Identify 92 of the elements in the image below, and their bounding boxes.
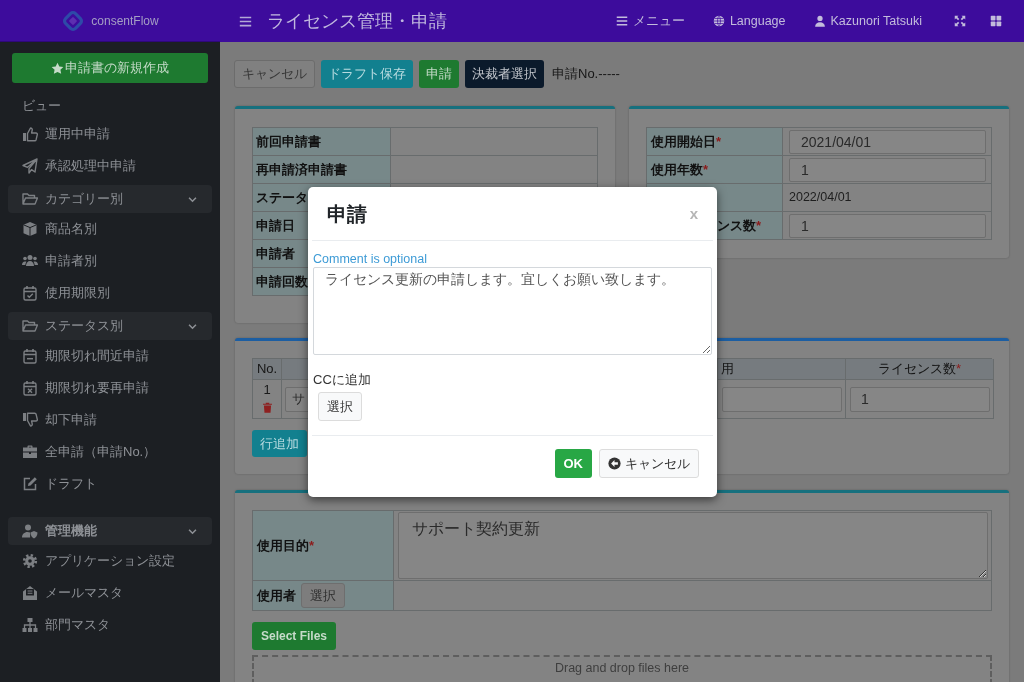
gear-icon	[22, 553, 38, 569]
sidebar-item[interactable]: 期限切れ要再申請	[0, 372, 220, 404]
sidebar-item[interactable]: ドラフト	[0, 468, 220, 500]
sidebar-item[interactable]: 商品名別	[0, 213, 220, 245]
pen-square-icon	[22, 476, 38, 492]
sidebar-item[interactable]: アプリケーション設定	[0, 545, 220, 577]
row-number: 1	[263, 382, 271, 397]
folder-icon	[22, 318, 38, 334]
row-label: 申請回数	[256, 273, 308, 291]
license-count-field[interactable]: 1	[850, 386, 990, 412]
sidebar-item[interactable]: メールマスタ	[0, 577, 220, 609]
nav-link[interactable]: メニュー	[615, 11, 685, 31]
required-mark: *	[703, 160, 709, 179]
paper-plane-icon	[22, 158, 38, 174]
sidebar-group[interactable]: カテゴリー別	[8, 185, 212, 213]
application-number: 申請No.-----	[552, 65, 620, 84]
star-icon	[51, 61, 64, 75]
column-header: 用	[721, 360, 734, 379]
menu-icon[interactable]	[239, 14, 252, 28]
expand-icon[interactable]	[954, 15, 966, 27]
sidebar-item[interactable]: 期限切れ間近申請	[0, 340, 220, 372]
required-mark: *	[756, 216, 762, 235]
select-files-button[interactable]: Select Files	[252, 622, 337, 650]
column-header: ライセンス数	[877, 360, 956, 379]
sidebar-group[interactable]: ステータス別	[8, 312, 212, 340]
user-icon	[813, 15, 826, 27]
envelope-icon	[22, 585, 38, 601]
folder-icon	[22, 191, 38, 207]
brand-name: consentFlow	[91, 12, 159, 30]
text-field[interactable]: 2021/04/01	[789, 129, 986, 154]
row-label: 再申請済申請書	[256, 161, 347, 179]
sidebar-item[interactable]: 承認処理中申請	[0, 150, 220, 182]
thumbs-up-icon	[22, 126, 38, 142]
thumbs-down-icon	[22, 412, 38, 428]
dialog-title: 申請	[327, 201, 367, 227]
row-label: ステータ	[256, 189, 308, 207]
toolbar-button[interactable]: ドラフト保存	[321, 60, 413, 88]
cell-text: 2022/04/01	[789, 189, 852, 207]
nav-link[interactable]: Language	[712, 11, 786, 31]
field-label: CCに追加	[313, 372, 372, 388]
drop-hint: Drag and drop files here	[554, 660, 690, 677]
calendar-check-icon	[22, 285, 38, 301]
select-button[interactable]: 選択	[318, 392, 362, 421]
comment-field[interactable]: ライセンス更新の申請します。宜しくお願い致します。	[313, 267, 712, 355]
required-mark: *	[955, 360, 962, 379]
row-label: 申請者	[256, 245, 295, 263]
cube-icon	[22, 221, 38, 237]
new-application-button[interactable]: 申請書の新規作成	[12, 53, 208, 83]
row-label: ンス数	[717, 216, 756, 235]
field-label: Comment is optional	[313, 251, 428, 267]
calendar-x-icon	[22, 380, 38, 396]
select-button[interactable]: 選択	[301, 583, 345, 608]
drop-zone[interactable]: Drag and drop files here	[252, 655, 992, 682]
arrow-left-circle-icon	[608, 457, 621, 470]
logo-icon	[61, 8, 86, 33]
add-row-button[interactable]: 行追加	[252, 430, 307, 457]
list-icon	[615, 15, 628, 27]
toolbar-button[interactable]: 申請	[419, 60, 459, 88]
row-label: 申請日	[256, 217, 295, 235]
text-field[interactable]: 1	[789, 213, 986, 238]
toolbar-button[interactable]: 決裁者選択	[465, 60, 544, 88]
user-shield-icon	[22, 523, 38, 539]
sidebar-group[interactable]: 管理機能	[8, 517, 212, 545]
cancel-button[interactable]: キャンセル	[599, 449, 699, 478]
page-title: ライセンス管理・申請	[267, 9, 447, 33]
nav-link[interactable]: Kazunori Tatsuki	[813, 11, 922, 31]
row-label: 前回申請書	[256, 133, 321, 151]
sidebar-item[interactable]: 部門マスタ	[0, 609, 220, 641]
sidebar-item[interactable]: 使用期限別	[0, 277, 220, 309]
sidebar-item[interactable]: 運用中申請	[0, 118, 220, 150]
row-label: 使用目的	[257, 536, 309, 555]
purpose-field[interactable]: サポート契約更新	[398, 512, 988, 579]
sidebar-item[interactable]: 全申請（申請No.）	[0, 436, 220, 468]
required-mark: *	[716, 132, 722, 151]
column-header: No.	[256, 360, 278, 379]
text-field[interactable]: 1	[789, 157, 986, 182]
toolbar-button[interactable]: キャンセル	[234, 60, 315, 88]
sidebar-item[interactable]: 申請者別	[0, 245, 220, 277]
row-label: 使用開始日	[651, 132, 716, 151]
users-icon	[22, 253, 38, 269]
row-label: 使用年数	[651, 160, 703, 179]
sidebar-heading: ビュー	[21, 97, 62, 116]
cost-field[interactable]	[722, 386, 842, 412]
globe-icon	[712, 15, 725, 27]
briefcase-icon	[22, 444, 38, 460]
sidebar-item[interactable]: 却下申請	[0, 404, 220, 436]
sitemap-icon	[22, 617, 38, 633]
required-mark: *	[309, 536, 315, 555]
calendar-minus-icon	[22, 348, 38, 364]
row-label: 使用者	[257, 586, 296, 605]
grid-icon[interactable]	[990, 15, 1002, 27]
ok-button[interactable]: OK	[554, 449, 592, 478]
